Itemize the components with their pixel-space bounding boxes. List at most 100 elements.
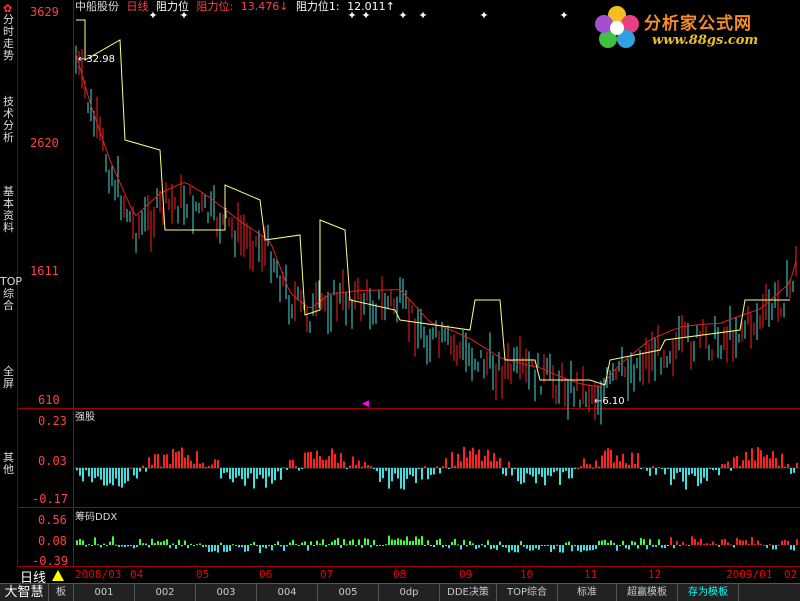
strength-bar <box>193 463 195 468</box>
ddx-bar <box>415 536 417 545</box>
ddx-bar <box>235 545 237 546</box>
tab-top-composite[interactable]: TOP综合 <box>497 584 558 601</box>
strength-bar <box>97 468 99 477</box>
strength-bar <box>358 460 360 468</box>
template-tab-bar: 大智慧 板 001 002 003 004 005 0dp DDE决策 TOP综… <box>0 583 800 601</box>
ddx-bar <box>517 545 519 553</box>
strength-bar <box>409 468 411 475</box>
strength-bar <box>748 460 750 468</box>
ddx-bar <box>505 545 507 548</box>
strength-bar <box>487 449 489 468</box>
month-tick: 12 <box>648 568 662 581</box>
strength-bar <box>433 468 435 475</box>
strength-bar <box>76 468 78 471</box>
ddx-bar <box>742 540 744 545</box>
strength-bar <box>493 453 495 468</box>
month-tick: 08 <box>393 568 407 581</box>
strength-bar <box>469 450 471 468</box>
strength-bar <box>376 468 378 472</box>
ddx-bar <box>418 538 420 545</box>
ddx-bar <box>97 544 99 546</box>
ddx-bar <box>778 544 780 546</box>
strength-bar <box>565 468 567 471</box>
signal-star: ✦ <box>179 9 188 22</box>
strength-bar <box>286 468 288 470</box>
ddx-bar <box>385 544 387 546</box>
ddx-bar <box>292 540 294 545</box>
strength-bar <box>682 468 684 482</box>
kline-chart[interactable]: ✦ ✦ ✦ ✦ ✦ ✦ ✦ ✦ ◀ <box>0 0 800 567</box>
strength-bar <box>316 450 318 468</box>
tab-standard[interactable]: 标准 <box>558 584 617 601</box>
ddx-bar <box>610 540 612 545</box>
strength-bar <box>403 468 405 490</box>
strength-bar <box>211 464 213 468</box>
month-tick: 2008/03 <box>75 568 122 581</box>
strength-bar <box>340 453 342 468</box>
ddx-bar <box>766 545 768 548</box>
strength-bar <box>583 458 585 468</box>
ddx-bar <box>703 543 705 545</box>
ddx-bar <box>250 543 252 545</box>
tab-save-template[interactable]: 存为模板 <box>678 584 739 601</box>
tab-super-template[interactable]: 超赢模板 <box>617 584 678 601</box>
strength-bar <box>658 466 660 468</box>
strength-bar <box>256 468 258 479</box>
tab-005[interactable]: 005 <box>318 584 379 601</box>
strength-bar <box>196 451 198 468</box>
ddx-bar <box>367 538 369 545</box>
ddx-bar <box>541 545 543 546</box>
ddx-bar <box>82 540 84 545</box>
tab-board[interactable]: 板 <box>49 584 74 601</box>
ddx-bar <box>760 543 762 545</box>
strength-bar <box>82 468 84 482</box>
strength-bar <box>739 465 741 468</box>
strength-bar <box>373 468 375 470</box>
ddx-bar <box>130 545 132 546</box>
strength-bar <box>667 468 669 469</box>
strength-bar <box>325 459 327 468</box>
strength-bar <box>553 468 555 473</box>
ddx-bar <box>727 542 729 545</box>
ddx-bar <box>169 545 171 549</box>
ddx-bar <box>94 537 96 545</box>
strength-bar <box>385 468 387 471</box>
strength-bar <box>292 459 294 468</box>
strength-bar <box>655 468 657 475</box>
strength-bar <box>577 467 579 469</box>
strength-bar <box>268 468 270 477</box>
strength-bar <box>775 457 777 468</box>
tab-0dp[interactable]: 0dp <box>379 584 440 601</box>
tab-003[interactable]: 003 <box>196 584 257 601</box>
tab-001[interactable]: 001 <box>74 584 135 601</box>
strength-bar <box>154 454 156 468</box>
strength-bar <box>313 458 315 468</box>
strength-bar <box>601 455 603 468</box>
ddx-bar <box>331 541 333 545</box>
ddx-bar <box>211 545 213 552</box>
tab-002[interactable]: 002 <box>135 584 196 601</box>
strength-bar <box>115 468 117 479</box>
strength-bar <box>145 468 147 472</box>
ddx-bar <box>478 545 480 548</box>
ddx-bar <box>220 542 222 545</box>
ddx-bar <box>640 538 642 545</box>
strength-bar <box>394 468 396 474</box>
ddx-bar <box>643 539 645 545</box>
ddx-bar <box>718 545 720 547</box>
ddx-bar <box>397 538 399 545</box>
ddx-bar <box>76 540 78 545</box>
ddx-bar <box>688 545 690 546</box>
strength-bar <box>301 468 303 469</box>
strength-bar <box>649 468 651 476</box>
tab-004[interactable]: 004 <box>257 584 318 601</box>
tab-dde[interactable]: DDE决策 <box>440 584 497 601</box>
strength-bar <box>508 461 510 468</box>
ddx-bar <box>655 545 657 547</box>
strength-bar <box>217 459 219 468</box>
strength-bar <box>319 455 321 468</box>
ddx-bar <box>592 545 594 551</box>
month-tick: 05 <box>196 568 210 581</box>
strength-bar <box>709 468 711 469</box>
strength-bar <box>415 468 417 484</box>
